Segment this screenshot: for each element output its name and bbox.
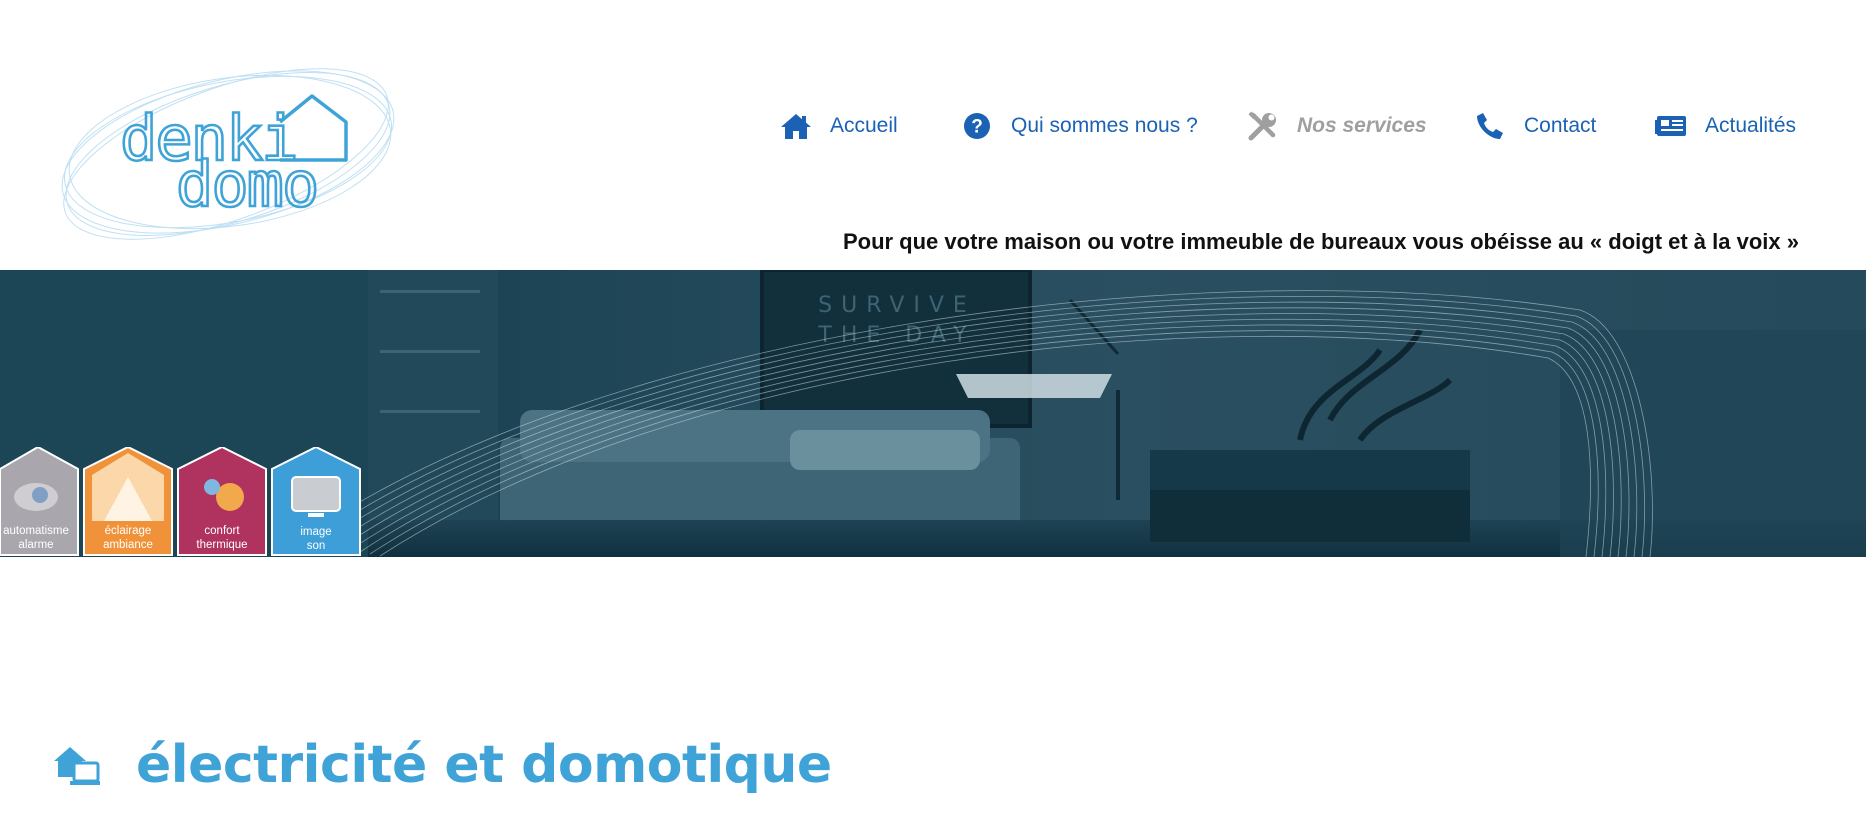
nav-item-qui-sommes-nous[interactable]: ? Qui sommes nous ? — [961, 104, 1198, 148]
svg-text:image: image — [300, 526, 331, 538]
hero-banner: SURVIVE THE DAY automatisme alarme éclai… — [0, 270, 1866, 557]
nav-item-label: Contact — [1524, 114, 1597, 137]
banner-wall-text-1: SURVIVE — [818, 293, 976, 318]
svg-text:automatisme: automatisme — [3, 525, 69, 537]
tile-automatisme-alarme[interactable]: automatisme alarme — [0, 447, 79, 556]
newspaper-icon — [1655, 110, 1687, 142]
question-circle-icon: ? — [961, 110, 993, 142]
nav-item-actualites[interactable]: Actualités — [1655, 104, 1796, 148]
svg-text:ambiance: ambiance — [103, 539, 153, 551]
svg-text:thermique: thermique — [196, 539, 247, 551]
svg-text:son: son — [307, 540, 326, 552]
phone-icon — [1474, 110, 1506, 142]
svg-text:confort: confort — [204, 525, 240, 537]
home-icon — [780, 110, 812, 142]
nav-item-label: Qui sommes nous ? — [1011, 114, 1198, 137]
section-heading: électricité et domotique — [52, 735, 832, 795]
nav-item-nos-services[interactable]: Nos services — [1247, 104, 1427, 148]
svg-text:éclairage: éclairage — [105, 525, 152, 537]
nav-item-label: Accueil — [830, 114, 898, 137]
house-devices-icon — [52, 741, 100, 789]
tile-confort-thermique[interactable]: confort thermique — [177, 447, 267, 556]
tile-image-son[interactable]: image son — [271, 447, 361, 556]
tools-icon — [1247, 110, 1279, 142]
tagline: Pour que votre maison ou votre immeuble … — [842, 229, 1799, 254]
site-logo[interactable]: denki domo — [48, 48, 408, 258]
page-title: électricité et domotique — [136, 735, 832, 795]
svg-text:alarme: alarme — [18, 539, 53, 551]
nav-item-accueil[interactable]: Accueil — [780, 104, 898, 148]
service-tiles: automatisme alarme éclairage ambiance co… — [0, 447, 361, 556]
nav-item-label: Actualités — [1705, 114, 1797, 137]
svg-text:?: ? — [971, 117, 983, 138]
nav-item-contact[interactable]: Contact — [1474, 104, 1596, 148]
tile-eclairage-ambiance[interactable]: éclairage ambiance — [83, 447, 173, 556]
nav-item-label: Nos services — [1297, 114, 1427, 137]
logo-text-bottom: domo — [176, 148, 317, 221]
main-nav: Accueil ? Qui sommes nous ? Nos services… — [0, 104, 1866, 148]
